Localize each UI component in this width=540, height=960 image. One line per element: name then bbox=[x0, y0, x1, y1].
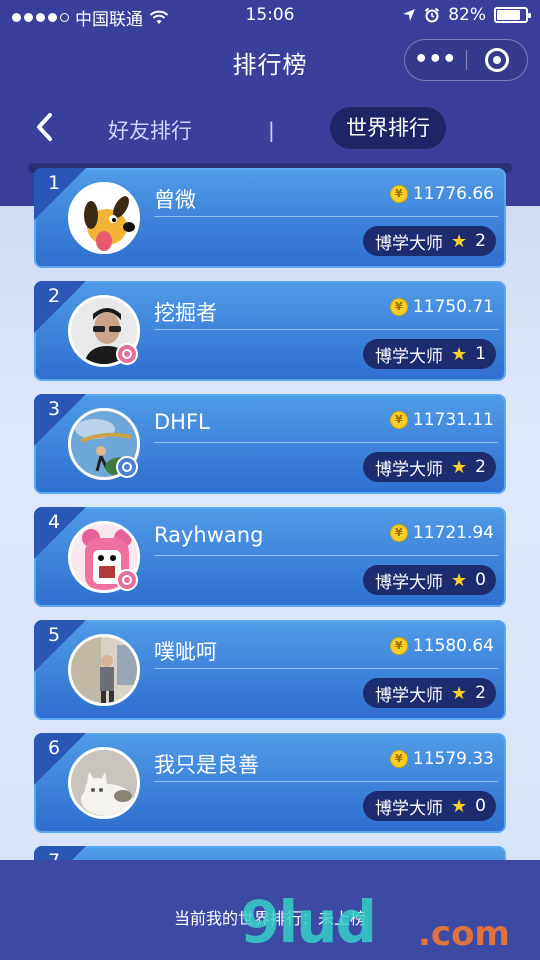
avatar[interactable] bbox=[68, 634, 140, 706]
coin-icon: ¥ bbox=[389, 524, 408, 542]
location-arrow-icon bbox=[403, 9, 416, 21]
player-name: 挖掘者 bbox=[154, 301, 217, 325]
row-divider bbox=[154, 668, 498, 669]
rank-number: 2 bbox=[48, 285, 61, 307]
rank-number: 5 bbox=[48, 624, 61, 646]
score-value: 11776.66 bbox=[412, 184, 494, 204]
coin-icon: ¥ bbox=[389, 750, 408, 768]
rank-title: 博学大师 bbox=[375, 233, 444, 254]
rank-number: 4 bbox=[48, 511, 61, 533]
gender-female-icon bbox=[116, 569, 138, 591]
star-count: 1 bbox=[475, 344, 486, 364]
more-button[interactable]: ••• bbox=[405, 39, 466, 81]
ranking-row[interactable]: 2 挖掘者 ¥11750.71 博学大师 ★ 1 bbox=[34, 281, 506, 381]
player-name: Rayhwang bbox=[154, 523, 264, 547]
player-name: 曾微 bbox=[154, 188, 196, 212]
close-ring-icon bbox=[484, 48, 509, 72]
star-icon: ★ bbox=[451, 682, 468, 704]
score-value: 11721.94 bbox=[412, 523, 494, 543]
score-value: 11580.64 bbox=[412, 636, 494, 656]
player-name: DHFL bbox=[154, 410, 210, 434]
chevron-left-icon bbox=[37, 113, 52, 141]
rank-title: 博学大师 bbox=[375, 459, 444, 480]
coin-icon: ¥ bbox=[389, 298, 408, 316]
coin-icon: ¥ bbox=[389, 411, 408, 429]
star-icon: ★ bbox=[451, 456, 468, 478]
rank-title-badge: 博学大师 ★ 2 bbox=[363, 226, 496, 256]
score-value: 11750.71 bbox=[412, 297, 494, 317]
site-watermark: 9lud .com bbox=[240, 888, 530, 958]
star-count: 2 bbox=[475, 457, 486, 477]
score: ¥11731.11 bbox=[389, 410, 494, 430]
coin-icon: ¥ bbox=[389, 637, 408, 655]
alarm-icon bbox=[425, 7, 440, 23]
rank-number: 6 bbox=[48, 737, 61, 759]
status-bar: 中国联通 15:06 82% bbox=[0, 0, 540, 32]
rank-title-badge: 博学大师 ★ 2 bbox=[363, 452, 496, 482]
row-divider bbox=[154, 781, 498, 782]
row-divider bbox=[154, 555, 498, 556]
watermark-suffix: .com bbox=[418, 914, 510, 954]
star-count: 2 bbox=[475, 231, 486, 251]
gender-male-icon bbox=[116, 456, 138, 478]
star-count: 2 bbox=[475, 683, 486, 703]
ranking-row[interactable]: 6 我只是良善 ¥11579.33 博学大师 ★ 0 bbox=[34, 733, 506, 833]
rank-title: 博学大师 bbox=[375, 685, 444, 706]
tab-friends-ranking[interactable]: 好友排行 bbox=[108, 115, 192, 145]
miniprogram-capsule: ••• bbox=[404, 39, 528, 81]
tab-separator: | bbox=[268, 118, 275, 142]
score: ¥11579.33 bbox=[389, 749, 494, 769]
tab-world-ranking[interactable]: 世界排行 bbox=[330, 107, 446, 149]
battery-icon bbox=[494, 7, 531, 23]
player-name: 我只是良善 bbox=[154, 753, 259, 777]
rank-title-badge: 博学大师 ★ 0 bbox=[363, 565, 496, 595]
title-bar: 排行榜 ••• bbox=[0, 32, 540, 90]
score: ¥11776.66 bbox=[389, 184, 494, 204]
coin-icon: ¥ bbox=[389, 185, 408, 203]
ranking-row[interactable]: 4 Rayhwang ¥11721.94 博学大师 ★ 0 bbox=[34, 507, 506, 607]
avatar[interactable] bbox=[68, 747, 140, 819]
star-count: 0 bbox=[475, 570, 486, 590]
gender-female-icon bbox=[116, 343, 138, 365]
ranking-row[interactable]: 5 噗呲呵 ¥11580.64 博学大师 ★ 2 bbox=[34, 620, 506, 720]
star-icon: ★ bbox=[451, 343, 468, 365]
star-icon: ★ bbox=[451, 795, 468, 817]
star-count: 0 bbox=[475, 796, 486, 816]
score-value: 11731.11 bbox=[412, 410, 494, 430]
ranking-row[interactable]: 1 曾微 ¥11776.66 博学大师 ★ 2 bbox=[34, 168, 506, 268]
rank-title: 博学大师 bbox=[375, 346, 444, 367]
rank-title-badge: 博学大师 ★ 0 bbox=[363, 791, 496, 821]
score-value: 11579.33 bbox=[412, 749, 494, 769]
row-divider bbox=[154, 329, 498, 330]
battery-fill bbox=[497, 10, 520, 20]
close-button[interactable] bbox=[466, 48, 527, 72]
star-icon: ★ bbox=[451, 569, 468, 591]
row-divider bbox=[154, 216, 498, 217]
ranking-list[interactable]: 1 曾微 ¥11776.66 博学大师 ★ 2 2 挖掘者 ¥11750.71 博学大师 ★ 1 3 DH… bbox=[34, 168, 506, 876]
rank-title: 博学大师 bbox=[375, 572, 444, 593]
score: ¥11721.94 bbox=[389, 523, 494, 543]
watermark-main: 9lud bbox=[240, 888, 377, 956]
rank-title-badge: 博学大师 ★ 2 bbox=[363, 678, 496, 708]
tab-bar: 好友排行 | 世界排行 bbox=[0, 90, 540, 166]
battery-percent: 82% bbox=[448, 5, 486, 25]
row-divider bbox=[154, 442, 498, 443]
rank-number: 1 bbox=[48, 172, 61, 194]
rank-title-badge: 博学大师 ★ 1 bbox=[363, 339, 496, 369]
status-right: 82% bbox=[402, 5, 531, 25]
score: ¥11580.64 bbox=[389, 636, 494, 656]
avatar[interactable] bbox=[68, 182, 140, 254]
back-button[interactable] bbox=[34, 112, 54, 148]
star-icon: ★ bbox=[451, 230, 468, 252]
score: ¥11750.71 bbox=[389, 297, 494, 317]
ranking-row[interactable]: 3 DHFL ¥11731.11 博学大师 ★ 2 bbox=[34, 394, 506, 494]
rank-title: 博学大师 bbox=[375, 798, 444, 819]
rank-number: 3 bbox=[48, 398, 61, 420]
player-name: 噗呲呵 bbox=[154, 640, 217, 664]
